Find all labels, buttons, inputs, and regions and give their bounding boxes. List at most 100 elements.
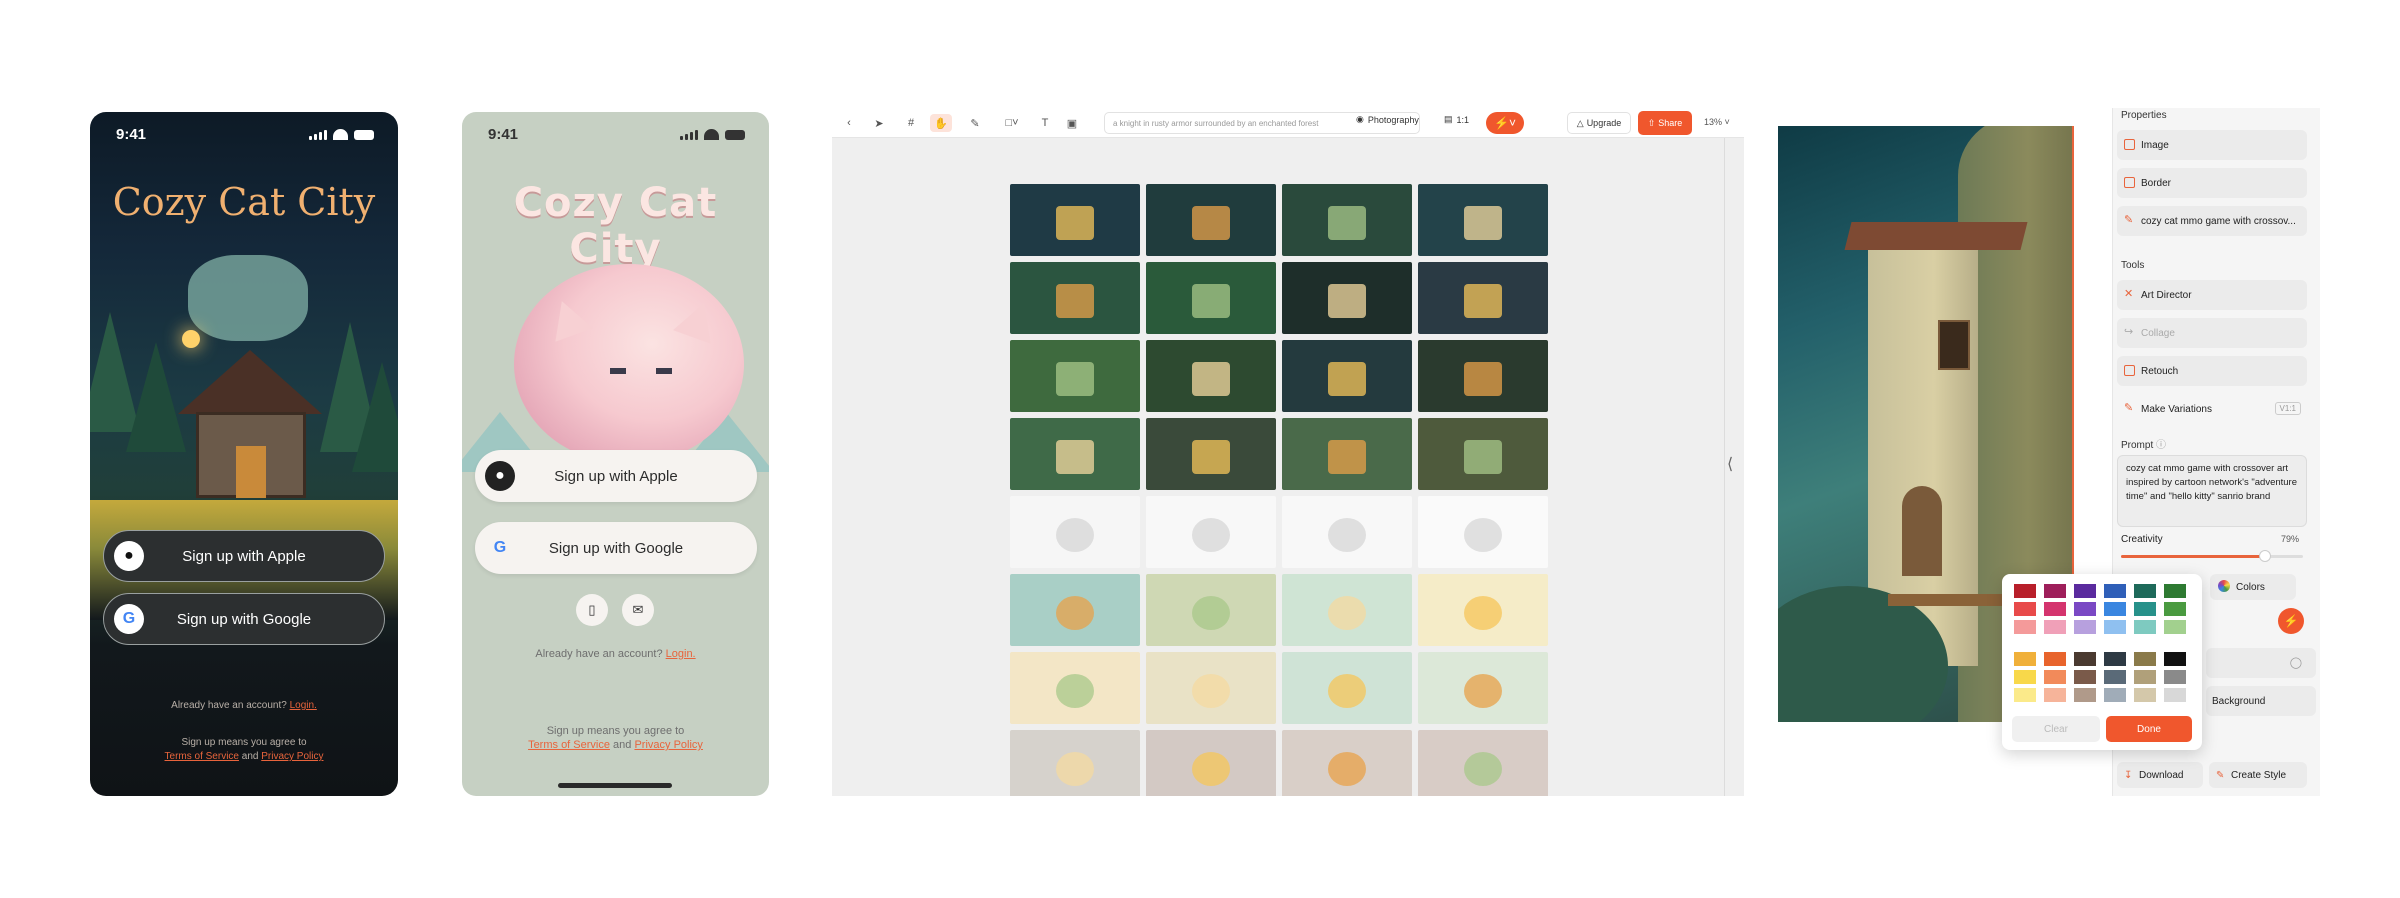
generate-variations-button[interactable]: ⚡	[2278, 608, 2304, 634]
retouch-row[interactable]: Retouch	[2117, 356, 2307, 386]
image-tool-icon[interactable]: ▣	[1064, 114, 1080, 132]
color-swatch[interactable]	[2044, 620, 2066, 634]
sign-up-google-button[interactable]: G Sign up with Google	[475, 522, 757, 574]
generated-image-thumb[interactable]	[1282, 496, 1412, 568]
pen-tool-icon[interactable]: ✎	[968, 114, 982, 132]
color-swatch[interactable]	[2164, 584, 2186, 598]
generate-button[interactable]: ⚡˅	[1486, 112, 1524, 134]
generated-image-thumb[interactable]	[1010, 184, 1140, 256]
generated-image-thumb[interactable]	[1010, 574, 1140, 646]
generated-image-thumb[interactable]	[1010, 262, 1140, 334]
generated-image-thumb[interactable]	[1418, 730, 1548, 796]
generated-image-thumb[interactable]	[1418, 340, 1548, 412]
color-swatch[interactable]	[2164, 652, 2186, 666]
generated-image-thumb[interactable]	[1146, 340, 1276, 412]
color-swatch[interactable]	[2164, 602, 2186, 616]
download-button[interactable]: ↧ Download	[2117, 762, 2203, 788]
generated-image-thumb[interactable]	[1282, 730, 1412, 796]
generated-image-thumb[interactable]	[1146, 184, 1276, 256]
sign-up-apple-button[interactable]: ● Sign up with Apple	[103, 530, 385, 582]
sign-up-apple-button[interactable]: ● Sign up with Apple	[475, 450, 757, 502]
generated-image-thumb[interactable]	[1282, 340, 1412, 412]
generated-image-thumb[interactable]	[1146, 418, 1276, 490]
colors-button[interactable]: Colors	[2210, 574, 2296, 600]
color-swatch[interactable]	[2134, 602, 2156, 616]
generated-image-thumb[interactable]	[1418, 652, 1548, 724]
generated-image-thumb[interactable]	[1010, 340, 1140, 412]
color-swatch[interactable]	[2164, 620, 2186, 634]
create-style-button[interactable]: ✎ Create Style	[2209, 762, 2307, 788]
collapse-panel-icon[interactable]: ⟨	[1727, 454, 1733, 474]
generated-image-thumb[interactable]	[1418, 496, 1548, 568]
color-swatch[interactable]	[2104, 620, 2126, 634]
color-swatch[interactable]	[2014, 620, 2036, 634]
back-icon[interactable]: ‹	[842, 114, 856, 132]
generated-image-thumb[interactable]	[1418, 574, 1548, 646]
color-swatch[interactable]	[2044, 670, 2066, 684]
art-director-row[interactable]: ✕ Art Director	[2117, 280, 2307, 310]
generated-image-thumb[interactable]	[1146, 652, 1276, 724]
text-tool-icon[interactable]: T	[1038, 114, 1052, 132]
collage-row[interactable]: ↪ Collage	[2117, 318, 2307, 348]
shape-tool-icon[interactable]: □˅	[1002, 114, 1022, 132]
creativity-slider-knob[interactable]	[2258, 550, 2271, 562]
color-swatch[interactable]	[2134, 688, 2156, 702]
color-swatch[interactable]	[2014, 688, 2036, 702]
zoom-level[interactable]: 13% ˅	[1704, 117, 1730, 127]
generated-image-thumb[interactable]	[1146, 262, 1276, 334]
phone-signup-button[interactable]: ▯	[576, 594, 608, 626]
done-button[interactable]: Done	[2106, 716, 2192, 742]
privacy-link[interactable]: Privacy Policy	[261, 751, 323, 762]
select-tool-icon[interactable]: ➤	[872, 114, 886, 132]
login-link[interactable]: Login.	[666, 648, 696, 660]
generated-image-thumb[interactable]	[1418, 184, 1548, 256]
email-signup-button[interactable]: ✉	[622, 594, 654, 626]
share-button[interactable]: ⇧ Share	[1638, 111, 1692, 135]
color-swatch[interactable]	[2074, 602, 2096, 616]
color-swatch[interactable]	[2134, 670, 2156, 684]
hand-tool-icon[interactable]: ✋	[930, 114, 952, 132]
prompt-textarea[interactable]: cozy cat mmo game with crossover art ins…	[2117, 455, 2307, 527]
ratio-selector[interactable]: ▤ 1:1	[1444, 114, 1469, 125]
generated-image-thumb[interactable]	[1146, 730, 1276, 796]
color-swatch[interactable]	[2104, 584, 2126, 598]
creativity-slider[interactable]	[2121, 550, 2303, 562]
sign-up-google-button[interactable]: G Sign up with Google	[103, 593, 385, 645]
privacy-link[interactable]: Privacy Policy	[634, 739, 702, 751]
color-swatch[interactable]	[2164, 688, 2186, 702]
color-swatch[interactable]	[2074, 584, 2096, 598]
generated-image-thumb[interactable]	[1146, 574, 1276, 646]
generated-image-thumb[interactable]	[1282, 652, 1412, 724]
color-swatch[interactable]	[2104, 602, 2126, 616]
color-swatch[interactable]	[2104, 652, 2126, 666]
generated-image-thumb[interactable]	[1282, 184, 1412, 256]
clear-button[interactable]: Clear	[2012, 716, 2100, 742]
generated-image-thumb[interactable]	[1282, 262, 1412, 334]
color-swatch[interactable]	[2134, 584, 2156, 598]
generated-image-thumb[interactable]	[1010, 652, 1140, 724]
color-swatch[interactable]	[2104, 688, 2126, 702]
lock-row[interactable]: ◯	[2206, 648, 2316, 678]
color-swatch[interactable]	[2074, 652, 2096, 666]
color-swatch[interactable]	[2104, 670, 2126, 684]
border-row[interactable]: Border	[2117, 168, 2307, 198]
generated-image-thumb[interactable]	[1282, 574, 1412, 646]
image-row[interactable]: Image	[2117, 130, 2307, 160]
generated-image-thumb[interactable]	[1418, 262, 1548, 334]
color-swatch[interactable]	[2074, 670, 2096, 684]
upgrade-button[interactable]: △ Upgrade	[1567, 112, 1631, 134]
color-swatch[interactable]	[2014, 670, 2036, 684]
style-selector[interactable]: ◉ Photography	[1356, 114, 1419, 125]
color-swatch[interactable]	[2014, 602, 2036, 616]
terms-link[interactable]: Terms of Service	[528, 739, 610, 751]
color-swatch[interactable]	[2014, 584, 2036, 598]
color-swatch[interactable]	[2074, 688, 2096, 702]
color-swatch[interactable]	[2134, 620, 2156, 634]
color-swatch[interactable]	[2134, 652, 2156, 666]
color-swatch[interactable]	[2074, 620, 2096, 634]
color-swatch[interactable]	[2044, 584, 2066, 598]
frame-tool-icon[interactable]: #	[904, 114, 918, 132]
background-row[interactable]: Background	[2206, 686, 2316, 716]
generated-image-thumb[interactable]	[1282, 418, 1412, 490]
make-variations-row[interactable]: ✎ Make Variations V1:1	[2117, 394, 2307, 424]
